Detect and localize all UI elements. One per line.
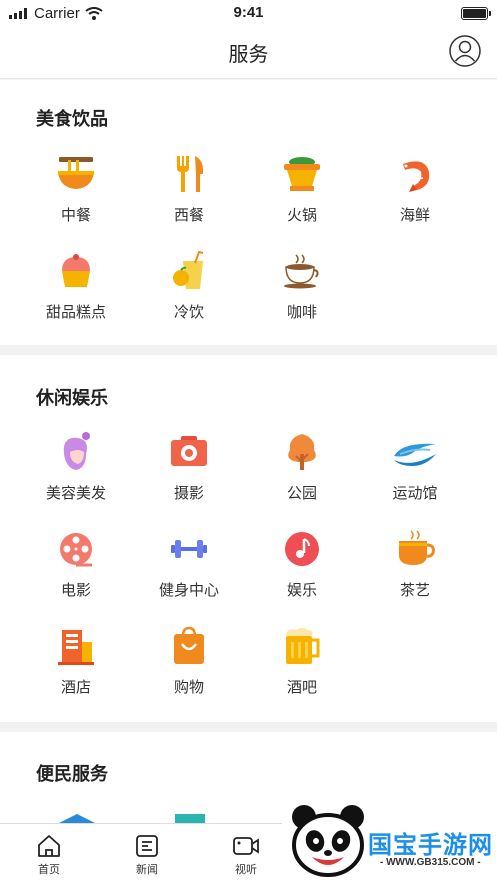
hotpot-icon — [284, 157, 320, 191]
service-item-movie[interactable]: 电影 — [20, 529, 132, 619]
camera-icon — [171, 436, 207, 466]
service-item-beauty[interactable]: 美容美发 — [20, 432, 132, 522]
tab-news[interactable]: 新闻 — [117, 834, 177, 877]
section-title: 美食饮品 — [36, 109, 108, 129]
shopping-bag-icon — [174, 626, 204, 664]
watermark-title: 国宝手游网 — [368, 832, 493, 859]
section-title: 休闲娱乐 — [36, 388, 108, 408]
service-item-shopping[interactable]: 购物 — [133, 626, 245, 716]
beauty-woman-icon — [63, 432, 90, 470]
service-item-label: 冷饮 — [173, 304, 204, 321]
tab-label: 视听 — [235, 864, 257, 876]
section-food: 美食饮品 中餐 西餐 火锅 海鲜 甜品糕点 冷饮 咖啡 — [0, 80, 497, 345]
service-item-entertainment[interactable]: 娱乐 — [246, 529, 358, 619]
service-item-chinese-food[interactable]: 中餐 — [20, 154, 132, 244]
service-item-label: 中餐 — [60, 207, 91, 224]
cupcake-icon — [62, 254, 90, 287]
service-item-label: 娱乐 — [286, 582, 317, 599]
hotel-building-icon — [58, 630, 94, 665]
beer-mug-icon — [286, 628, 320, 664]
dumbbell-icon — [171, 540, 207, 558]
section-title: 便民服务 — [36, 764, 108, 784]
tab-video[interactable]: 视听 — [216, 834, 276, 877]
film-reel-icon — [60, 533, 92, 567]
tab-label: 首页 — [38, 864, 60, 876]
service-item-label: 购物 — [173, 679, 204, 696]
page-title: 服务 — [228, 44, 269, 66]
service-item-desserts[interactable]: 甜品糕点 — [20, 251, 132, 341]
music-note-icon — [285, 532, 319, 566]
home-icon — [38, 835, 60, 857]
service-item-label: 电影 — [60, 582, 91, 599]
stadium-icon — [394, 443, 436, 466]
video-camera-icon — [233, 837, 259, 855]
service-item-western-food[interactable]: 西餐 — [133, 154, 245, 244]
clock: 9:41 — [233, 4, 264, 21]
navigation-bar: 服务 — [0, 26, 497, 79]
service-item-label: 火锅 — [286, 207, 317, 224]
service-item-coffee[interactable]: 咖啡 — [246, 251, 358, 341]
shrimp-icon — [403, 161, 430, 192]
service-item-seafood[interactable]: 海鲜 — [359, 154, 471, 244]
teacup-icon — [399, 530, 435, 565]
service-item-label: 酒吧 — [286, 679, 317, 696]
tree-icon — [288, 434, 316, 470]
section-leisure: 休闲娱乐 美容美发 摄影 公园 运动馆 电影 健身中心 娱乐 茶艺 酒店 购物 … — [0, 355, 497, 722]
service-item-fitness[interactable]: 健身中心 — [133, 529, 245, 619]
coffee-cup-icon — [284, 254, 319, 289]
service-item-label: 酒店 — [60, 679, 91, 696]
service-item-label: 摄影 — [173, 485, 204, 502]
service-item-cold-drinks[interactable]: 冷饮 — [133, 251, 245, 341]
service-item-bar[interactable]: 酒吧 — [246, 626, 358, 716]
service-item-tea-art[interactable]: 茶艺 — [359, 529, 471, 619]
service-item-label: 美容美发 — [45, 485, 106, 502]
service-item-photography[interactable]: 摄影 — [133, 432, 245, 522]
service-item-label: 茶艺 — [399, 582, 430, 599]
service-item-hotel[interactable]: 酒店 — [20, 626, 132, 716]
service-item-label: 甜品糕点 — [45, 304, 106, 321]
service-item-label: 公园 — [286, 485, 317, 502]
panda-logo-icon — [292, 805, 364, 877]
news-icon — [136, 835, 158, 857]
service-item-park[interactable]: 公园 — [246, 432, 358, 522]
watermark-url: - WWW.GB315.COM - — [380, 857, 481, 868]
service-item-label: 咖啡 — [286, 304, 317, 321]
service-item-label: 健身中心 — [158, 582, 219, 599]
fork-knife-icon — [177, 156, 203, 192]
tab-label: 新闻 — [136, 864, 158, 876]
service-item-label: 运动馆 — [392, 485, 438, 502]
site-watermark: 国宝手游网 - WWW.GB315.COM - — [282, 797, 497, 883]
noodle-bowl-icon — [58, 157, 94, 189]
status-bar: Carrier 9:41 — [0, 0, 497, 26]
service-item-stadium[interactable]: 运动馆 — [359, 432, 471, 522]
battery-icon — [461, 7, 491, 20]
cold-drink-icon — [173, 251, 204, 289]
tab-home[interactable]: 首页 — [19, 834, 79, 877]
service-item-label: 海鲜 — [399, 207, 430, 224]
user-profile-icon[interactable] — [449, 35, 481, 67]
service-item-hotpot[interactable]: 火锅 — [246, 154, 358, 244]
service-item-label: 西餐 — [173, 207, 204, 224]
